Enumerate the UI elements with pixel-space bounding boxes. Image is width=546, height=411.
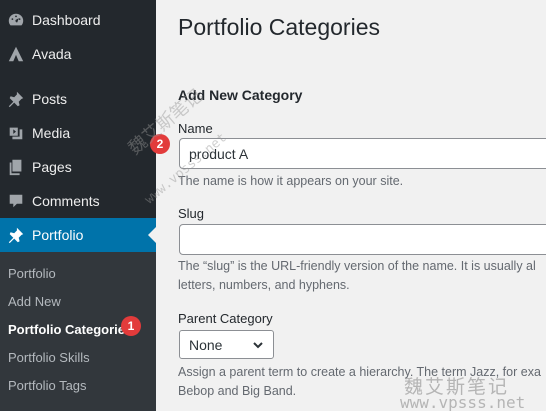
dashboard-icon: [6, 10, 26, 30]
menu-item-label: Portfolio: [32, 227, 84, 243]
avada-icon: [6, 44, 26, 64]
slug-input[interactable]: [179, 224, 546, 255]
step-badge-1: 1: [121, 316, 141, 336]
parent-description-line1: Assign a parent term to create a hierarc…: [178, 365, 541, 379]
parent-category-select[interactable]: None: [179, 330, 274, 359]
menu-item-label: Pages: [32, 159, 72, 175]
slug-label: Slug: [178, 206, 205, 221]
slug-description-line2: letters, numbers, and hyphens.: [178, 278, 350, 292]
name-description: The name is how it appears on your site.: [178, 174, 404, 188]
chevron-down-icon: [251, 338, 265, 352]
page-title: Portfolio Categories: [178, 14, 380, 40]
menu-item-portfolio[interactable]: Portfolio: [0, 218, 156, 252]
submenu-item-portfolio[interactable]: Portfolio: [8, 266, 56, 281]
comment-icon: [6, 191, 26, 211]
parent-description-line2: Bebop and Big Band.: [178, 384, 297, 398]
submenu-item-add-new[interactable]: Add New: [8, 294, 61, 309]
submenu-item-portfolio-tags[interactable]: Portfolio Tags: [8, 378, 87, 393]
menu-item-dashboard[interactable]: Dashboard: [0, 3, 156, 37]
admin-sidebar: Dashboard Avada Posts Media Pages Commen…: [0, 0, 156, 411]
step-badge-2: 2: [150, 134, 170, 154]
slug-description-line1: The “slug” is the URL-friendly version o…: [178, 259, 536, 273]
menu-item-pages[interactable]: Pages: [0, 150, 156, 184]
menu-item-label: Media: [32, 125, 71, 141]
menu-item-label: Dashboard: [32, 12, 101, 28]
pushpin-icon: [6, 225, 26, 245]
main-content: Portfolio Categories Add New Category Na…: [150, 0, 546, 411]
menu-item-media[interactable]: Media: [0, 116, 156, 150]
menu-item-label: Posts: [32, 91, 68, 107]
pushpin-icon: [6, 89, 26, 109]
menu-item-label: Avada: [32, 46, 72, 62]
name-label: Name: [178, 121, 213, 136]
parent-category-label: Parent Category: [178, 311, 273, 326]
section-title: Add New Category: [178, 87, 303, 103]
submenu-item-portfolio-skills[interactable]: Portfolio Skills: [8, 350, 90, 365]
menu-item-label: Comments: [32, 193, 100, 209]
submenu-item-portfolio-categories[interactable]: Portfolio Categories: [8, 322, 132, 337]
menu-item-avada[interactable]: Avada: [0, 37, 156, 71]
name-input[interactable]: [179, 138, 546, 169]
menu-item-posts[interactable]: Posts: [0, 82, 156, 116]
pages-icon: [6, 157, 26, 177]
parent-category-value: None: [189, 336, 223, 353]
media-icon: [6, 123, 26, 143]
menu-item-comments[interactable]: Comments: [0, 184, 156, 218]
